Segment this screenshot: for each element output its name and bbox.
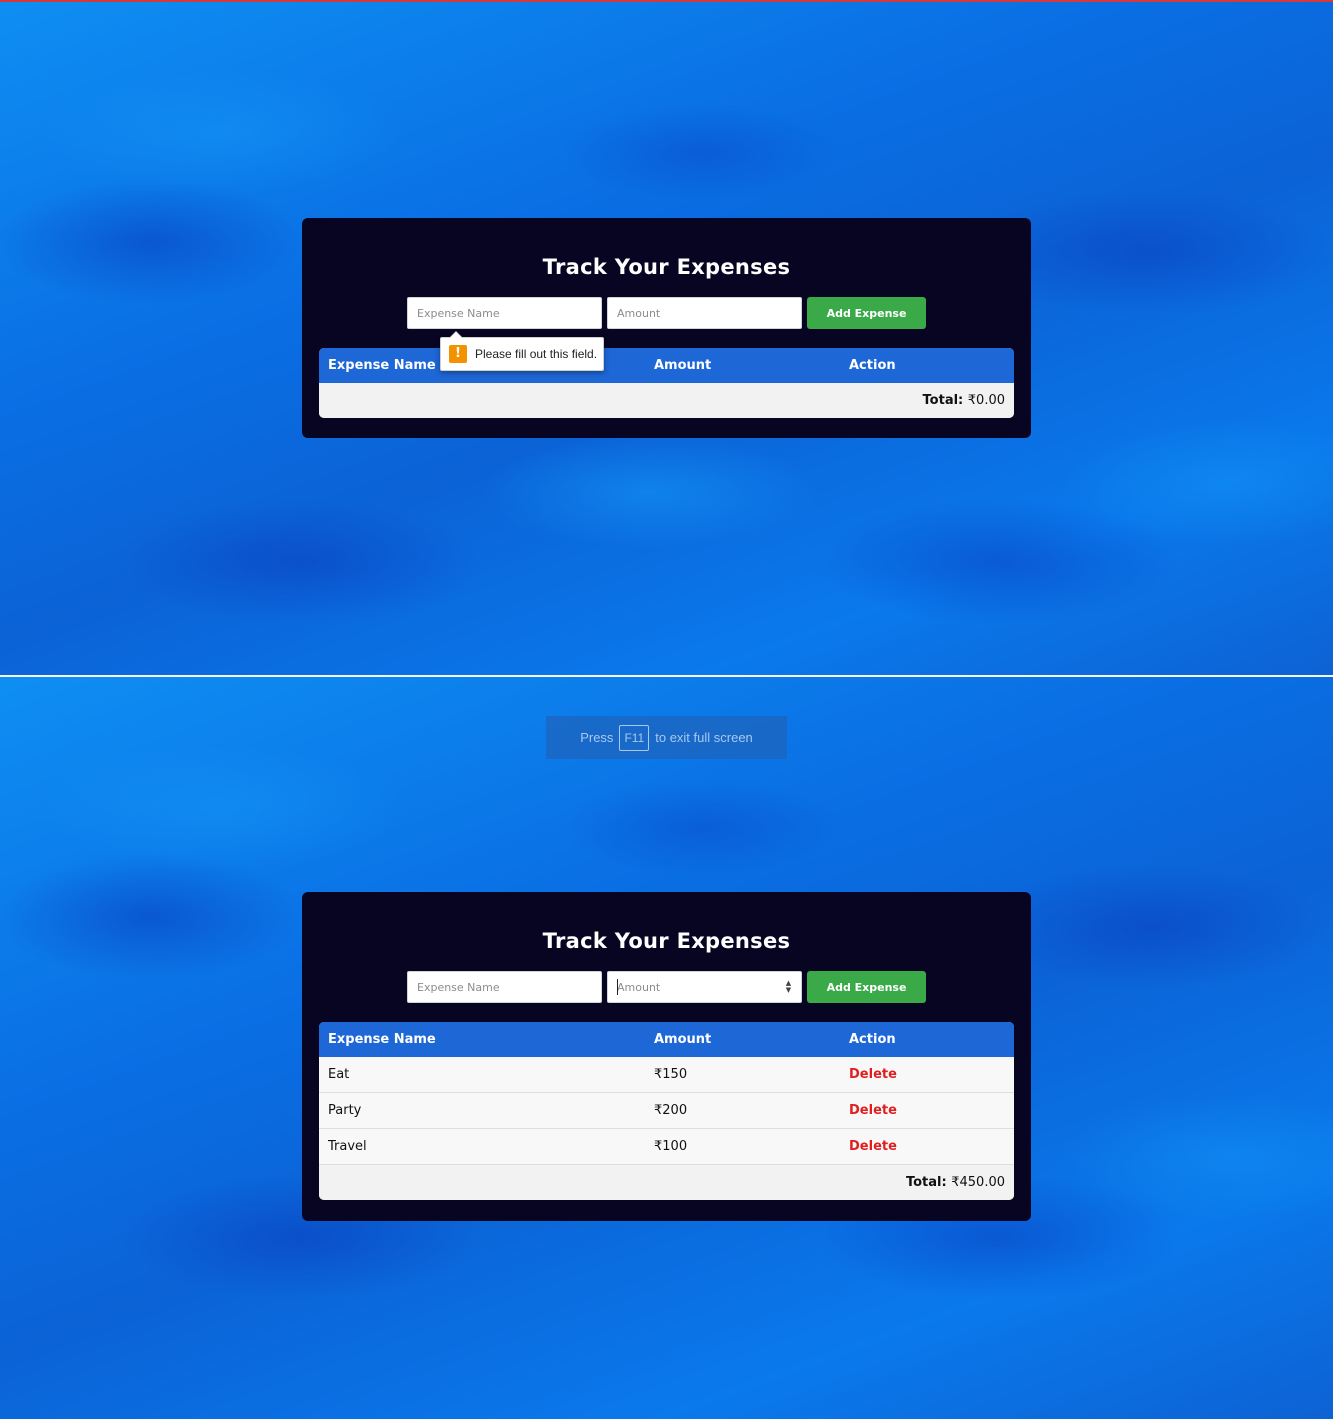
table-row: Travel ₹100 Delete — [319, 1128, 1014, 1165]
total-row: Total: ₹0.00 — [319, 383, 1014, 418]
total-label: Total: — [905, 1175, 947, 1190]
expense-table: Expense Name Amount Action Total: ₹0.00 — [319, 348, 1014, 418]
table-row: Party ₹200 Delete — [319, 1092, 1014, 1129]
expense-name-cell: Party — [319, 1092, 645, 1129]
amount-input[interactable] — [607, 297, 802, 329]
amount-input[interactable] — [607, 971, 802, 1003]
total-label: Total: — [922, 393, 964, 408]
expense-name-input[interactable] — [407, 971, 602, 1003]
total-row: Total: ₹450.00 — [319, 1164, 1014, 1200]
total-cell: Total: ₹0.00 — [319, 383, 1014, 418]
page-title: Track Your Expenses — [542, 929, 791, 953]
expense-table: Expense Name Amount Action Eat ₹150 Dele… — [319, 1022, 1014, 1200]
table-header-row: Expense Name Amount Action — [319, 348, 1014, 383]
column-header-action: Action — [840, 348, 1014, 383]
fullscreen-notice: Press F11 to exit full screen — [546, 716, 787, 759]
total-value: ₹0.00 — [967, 393, 1005, 408]
validation-tooltip: ! Please fill out this field. — [440, 331, 604, 371]
add-expense-button[interactable]: Add Expense — [807, 297, 926, 329]
table-row: Eat ₹150 Delete — [319, 1057, 1014, 1093]
expense-amount-cell: ₹200 — [645, 1092, 840, 1129]
add-expense-button[interactable]: Add Expense — [807, 971, 926, 1003]
screen-populated-state: Press F11 to exit full screen Track Your… — [0, 675, 1333, 1419]
expense-card: Track Your Expenses Add Expense ! Please… — [302, 218, 1031, 438]
column-header-action: Action — [840, 1022, 1014, 1057]
action-cell: Delete — [840, 1057, 1014, 1093]
column-header-amount: Amount — [645, 1022, 840, 1057]
total-value: ₹450.00 — [951, 1175, 1005, 1190]
fullscreen-notice-press: Press — [580, 730, 614, 745]
delete-button[interactable]: Delete — [849, 1067, 897, 1082]
amount-field: ▲▼ — [607, 971, 802, 1003]
expense-form: Add Expense ! Please fill out this field… — [319, 297, 1014, 371]
fullscreen-notice-text: to exit full screen — [655, 730, 753, 745]
expense-name-cell: Eat — [319, 1057, 645, 1093]
expense-form: ▲▼ Add Expense — [319, 971, 1014, 1003]
expense-amount-cell: ₹100 — [645, 1128, 840, 1165]
total-cell: Total: ₹450.00 — [319, 1164, 1014, 1200]
expense-name-cell: Travel — [319, 1128, 645, 1165]
text-caret — [617, 979, 618, 995]
page-title: Track Your Expenses — [542, 255, 791, 279]
expense-table-container: Expense Name Amount Action Total: ₹0.00 — [319, 348, 1014, 418]
delete-button[interactable]: Delete — [849, 1139, 897, 1154]
action-cell: Delete — [840, 1128, 1014, 1165]
validation-message: Please fill out this field. — [475, 347, 598, 361]
expense-name-input[interactable] — [407, 297, 602, 329]
expense-amount-cell: ₹150 — [645, 1057, 840, 1093]
expense-card: Track Your Expenses ▲▼ Add Expense Expen… — [302, 892, 1031, 1221]
action-cell: Delete — [840, 1092, 1014, 1129]
expense-table-container: Expense Name Amount Action Eat ₹150 Dele… — [319, 1022, 1014, 1200]
f11-key: F11 — [619, 724, 650, 751]
column-header-amount: Amount — [645, 348, 840, 383]
warning-icon: ! — [449, 345, 467, 363]
number-spinner-icon[interactable]: ▲ ▼ — [785, 980, 792, 994]
screen-validation-state: Track Your Expenses Add Expense ! Please… — [0, 0, 1333, 675]
column-header-expense-name: Expense Name — [319, 1022, 645, 1057]
table-header-row: Expense Name Amount Action — [319, 1022, 1014, 1057]
delete-button[interactable]: Delete — [849, 1103, 897, 1118]
